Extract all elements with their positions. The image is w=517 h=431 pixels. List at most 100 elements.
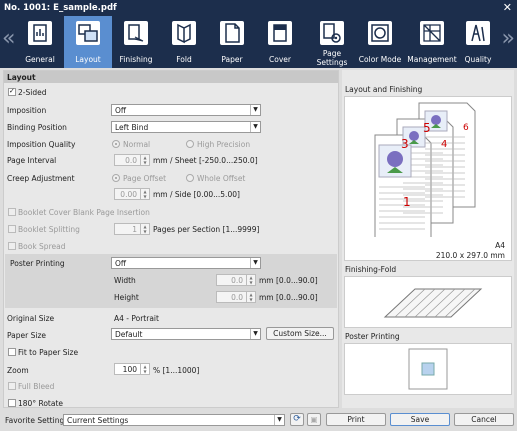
title-bar: No. 1001: E_sample.pdf ✕ <box>0 0 517 16</box>
tab-label: Fold <box>176 55 192 64</box>
footer-bar: Favorite Setting Current Settings ▼ ⟳ ▣ P… <box>0 410 517 431</box>
binding-position-select[interactable]: Left Bind ▼ <box>111 121 261 133</box>
tab-label: Finishing <box>119 55 153 64</box>
page-number-6: 6 <box>463 123 469 133</box>
tab-bar: « » General Layout Finishing Fold Paper … <box>0 16 517 68</box>
height-input[interactable]: 0.0 ▲ ▼ <box>216 291 256 303</box>
chevron-down-icon: ▼ <box>250 122 260 132</box>
cancel-button[interactable]: Cancel <box>454 413 514 426</box>
rotate-180-checkbox[interactable] <box>8 399 16 407</box>
width-input[interactable]: 0.0 ▲ ▼ <box>216 274 256 286</box>
creep-input[interactable]: 0.00 ▲ ▼ <box>114 188 150 200</box>
preview-panel: Layout and Finishing 1 3 4 5 6 A4 210.0 … <box>342 70 514 408</box>
spinner-icon: ▲ ▼ <box>140 189 149 199</box>
scroll-left-icon[interactable]: « <box>2 28 15 50</box>
fit-to-paper-checkbox[interactable] <box>8 348 16 356</box>
pages-per-section-unit: Pages per Section [1...9999] <box>153 225 260 234</box>
tab-management[interactable]: Management <box>404 16 460 68</box>
layout-panel: Layout 2-Sided Imposition Off▼ Binding P… <box>3 70 339 408</box>
page-number-3: 3 <box>401 137 409 151</box>
finishing-fold-title: Finishing-Fold <box>345 265 397 274</box>
spinner-icon: ▲ ▼ <box>246 292 255 302</box>
page-number-5: 5 <box>423 121 431 135</box>
page-interval-label: Page Interval <box>7 156 57 165</box>
page-settings-icon <box>320 21 344 45</box>
spinner-icon: ▲ ▼ <box>140 224 149 234</box>
zoom-unit: % [1...1000] <box>153 366 200 375</box>
binding-position-label: Binding Position <box>7 123 67 132</box>
color-mode-icon <box>368 21 392 45</box>
poster-printing-select[interactable]: Off ▼ <box>111 257 261 269</box>
tab-label: Layout <box>75 55 101 64</box>
chevron-down-icon: ▼ <box>250 105 260 115</box>
booklet-splitting-label: Booklet Splitting <box>18 225 80 234</box>
scroll-right-icon[interactable]: » <box>502 28 515 50</box>
management-icon <box>420 21 444 45</box>
imposition-quality-label: Imposition Quality <box>7 140 76 149</box>
poster-preview <box>344 343 512 395</box>
page-offset-label: Page Offset <box>123 174 167 183</box>
layout-icon <box>76 21 100 45</box>
favorite-setting-select[interactable]: Current Settings ▼ <box>63 414 285 426</box>
pages-illustration <box>374 102 476 240</box>
tab-label: Quality <box>464 55 492 64</box>
chevron-down-icon: ▼ <box>250 258 260 268</box>
normal-label: Normal <box>123 140 151 149</box>
poster-printing-label: Poster Printing <box>10 259 65 268</box>
whole-offset-label: Whole Offset <box>197 174 246 183</box>
original-size-label: Original Size <box>7 314 55 323</box>
normal-radio[interactable] <box>112 140 120 148</box>
spinner-icon: ▲ ▼ <box>140 155 149 165</box>
tab-page-settings[interactable]: Page Settings <box>304 16 360 68</box>
fold-icon <box>172 21 196 45</box>
layout-finishing-title: Layout and Finishing <box>345 85 423 94</box>
pages-per-section-input[interactable]: 1 ▲ ▼ <box>114 223 150 235</box>
fold-illustration <box>383 288 483 318</box>
creep-unit: mm / Side [0.00...5.00] <box>153 190 240 199</box>
window-title: No. 1001: E_sample.pdf <box>4 3 117 13</box>
full-bleed-checkbox[interactable] <box>8 382 16 390</box>
paper-size-select[interactable]: Default ▼ <box>111 328 261 340</box>
paper-icon <box>220 21 244 45</box>
two-sided-label: 2-Sided <box>18 88 47 97</box>
two-sided-checkbox[interactable] <box>8 87 16 96</box>
general-icon <box>28 21 52 45</box>
save-favorite-icon[interactable]: ▣ <box>307 413 321 426</box>
page-offset-radio[interactable] <box>112 174 120 182</box>
original-size-value: A4 - Portrait <box>114 314 159 323</box>
tab-general[interactable]: General <box>16 16 64 68</box>
zoom-input[interactable]: 100 ▲ ▼ <box>114 363 150 375</box>
refresh-icon[interactable]: ⟳ <box>290 413 304 426</box>
page-interval-unit: mm / Sheet [-250.0...250.0] <box>153 156 258 165</box>
imposition-label: Imposition <box>7 106 47 115</box>
high-precision-radio[interactable] <box>186 140 194 148</box>
booklet-cover-label: Booklet Cover Blank Page Insertion <box>18 208 150 217</box>
tab-paper[interactable]: Paper <box>208 16 256 68</box>
tab-label: Page Settings <box>316 49 348 67</box>
section-title: Layout <box>4 71 338 83</box>
tab-label: Color Mode <box>358 55 402 64</box>
chevron-down-icon: ▼ <box>274 415 284 425</box>
page-number-4: 4 <box>441 139 448 150</box>
save-button[interactable]: Save <box>390 413 450 426</box>
tab-quality[interactable]: Quality <box>458 16 498 68</box>
imposition-select[interactable]: Off ▼ <box>111 104 261 116</box>
height-unit: mm [0.0...90.0] <box>259 293 318 302</box>
width-label: Width <box>114 276 136 285</box>
booklet-splitting-checkbox[interactable] <box>8 225 16 233</box>
booklet-cover-checkbox[interactable] <box>8 208 16 216</box>
tab-fold[interactable]: Fold <box>160 16 208 68</box>
close-icon[interactable]: ✕ <box>503 1 512 14</box>
custom-size-button[interactable]: Custom Size... <box>266 327 334 340</box>
tab-finishing[interactable]: Finishing <box>112 16 160 68</box>
tab-label: General <box>25 55 55 64</box>
spinner-icon: ▲ ▼ <box>140 364 149 374</box>
tab-layout[interactable]: Layout <box>64 16 112 68</box>
tab-color-mode[interactable]: Color Mode <box>356 16 404 68</box>
full-bleed-label: Full Bleed <box>18 382 55 391</box>
page-interval-input[interactable]: 0.0 ▲ ▼ <box>114 154 150 166</box>
whole-offset-radio[interactable] <box>186 174 194 182</box>
tab-cover[interactable]: Cover <box>256 16 304 68</box>
book-spread-checkbox[interactable] <box>8 242 16 250</box>
print-button[interactable]: Print <box>326 413 386 426</box>
